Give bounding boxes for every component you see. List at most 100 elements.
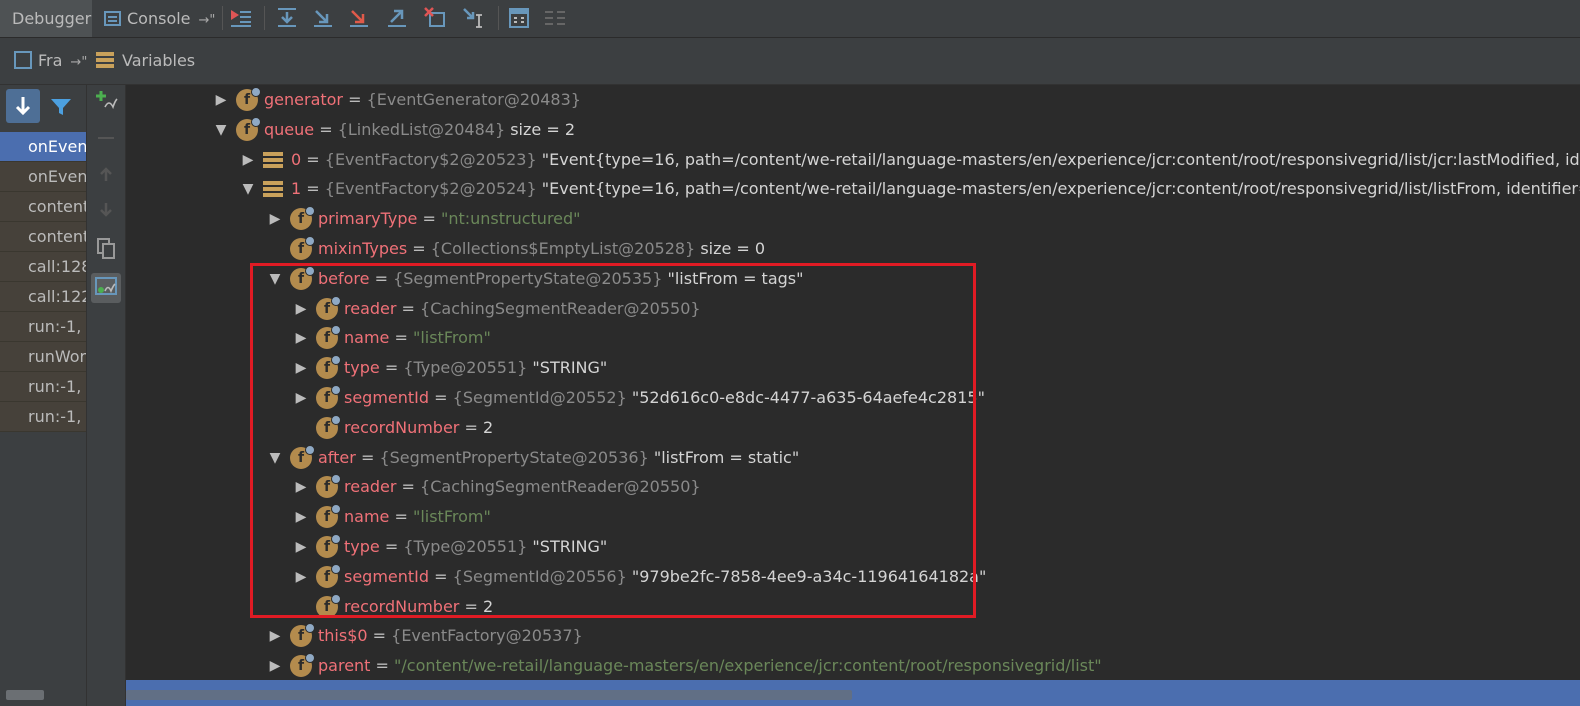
field-value: 2 — [482, 596, 494, 616]
collapse-arrow-icon[interactable]: ▼ — [268, 443, 282, 473]
equals-sign: = — [429, 388, 453, 407]
tree-row[interactable]: ▶ f type = {Type@20551} "STRING" — [126, 353, 1580, 383]
collapse-arrow-icon[interactable]: ▼ — [241, 174, 255, 204]
step-down-frame-button[interactable] — [6, 89, 40, 123]
frame-item[interactable]: content — [0, 192, 86, 222]
variables-toolbar — [87, 85, 126, 706]
frame-item[interactable]: call:128 — [0, 252, 86, 282]
move-down-button[interactable] — [91, 197, 121, 227]
expand-arrow-icon[interactable]: ▶ — [294, 294, 308, 324]
frame-item[interactable]: call:122 — [0, 282, 86, 312]
field-icon: f — [316, 414, 341, 439]
variables-icon — [96, 52, 114, 68]
arrow-down-icon — [15, 97, 31, 116]
field-value: "STRING" — [527, 537, 608, 556]
expand-arrow-icon[interactable]: ▶ — [294, 383, 308, 413]
tab-console[interactable]: Console →" — [104, 0, 215, 37]
arrow-up-icon — [100, 167, 112, 181]
tree-row[interactable]: ▼ f queue = {LinkedList@20484} size = 2 — [126, 115, 1580, 145]
new-watch-button[interactable] — [91, 87, 121, 117]
field-type: {Type@20551} — [403, 358, 528, 378]
frame-item[interactable]: content — [0, 222, 86, 252]
minus-icon — [98, 137, 114, 139]
show-watches-toggle[interactable] — [91, 273, 121, 303]
tree-row[interactable]: ▶ f reader = {CachingSegmentReader@20550} — [126, 294, 1580, 324]
field-name: after — [318, 447, 356, 467]
drop-frame-icon[interactable] — [422, 5, 448, 31]
step-over-icon[interactable] — [274, 5, 300, 31]
tree-row[interactable]: ▶ f segmentId = {SegmentId@20552} "52d616c… — [126, 383, 1580, 413]
frame-item[interactable]: run:-1, T — [0, 402, 86, 432]
frames-label: Fra — [38, 51, 63, 70]
expand-arrow-icon[interactable]: ▶ — [268, 204, 282, 234]
frame-item[interactable]: run:-1, T — [0, 372, 86, 402]
frame-item[interactable]: run:-1, I — [0, 312, 86, 342]
collapse-arrow-icon[interactable]: ▼ — [214, 115, 228, 145]
tree-row[interactable]: f recordNumber = 2 — [126, 592, 1580, 622]
step-into-icon[interactable] — [310, 5, 336, 31]
row-text: recordNumber = 2 — [344, 413, 493, 443]
field-type: {SegmentPropertyState@20535} — [393, 268, 663, 288]
field-name: type — [344, 358, 380, 378]
tree-row[interactable]: ▶ f this$0 = {EventFactory@20537} — [126, 621, 1580, 651]
equals-sign: = — [459, 596, 483, 616]
equals-sign: = — [459, 417, 483, 437]
expand-arrow-icon[interactable]: ▶ — [214, 85, 228, 115]
expand-arrow-icon[interactable]: ▶ — [241, 145, 255, 175]
remove-watch-button[interactable] — [91, 125, 121, 155]
expand-arrow-icon[interactable]: ▶ — [294, 323, 308, 353]
pin-tab-icon[interactable]: →" — [199, 13, 216, 28]
variables-tab[interactable]: Variables — [96, 38, 195, 84]
tree-row[interactable]: ▶ f primaryType = "nt:unstructured" — [126, 204, 1580, 234]
horizontal-scrollbar[interactable] — [126, 690, 852, 700]
tree-row[interactable]: ▶ f reader = {CachingSegmentReader@20550} — [126, 472, 1580, 502]
tree-row[interactable]: ▶ fname = "listFrom" — [126, 323, 1580, 353]
pin-frames-icon[interactable]: →" — [70, 55, 87, 70]
field-name: mixinTypes — [318, 239, 408, 258]
copy-button[interactable] — [91, 235, 121, 265]
move-up-button[interactable] — [91, 161, 121, 191]
tab-debugger[interactable]: Debugger — [0, 0, 92, 37]
tree-row[interactable]: ▶ f segmentId = {SegmentId@20556} "979be2f… — [126, 562, 1580, 592]
equals-sign: = — [343, 90, 367, 109]
row-text: mixinTypes = {Collections$EmptyList@2052… — [318, 234, 765, 264]
tree-row[interactable]: ▶ 0 = {EventFactory$2@20523} "Event{type=… — [126, 145, 1580, 175]
tree-row[interactable]: ▼ f before = {SegmentPropertyState@20535} … — [126, 264, 1580, 294]
expand-arrow-icon[interactable]: ▶ — [294, 532, 308, 562]
step-out-icon[interactable] — [384, 5, 410, 31]
tree-row[interactable]: f mixinTypes = {Collections$EmptyList@205… — [126, 234, 1580, 264]
evaluate-expression-icon[interactable] — [506, 5, 532, 31]
equals-sign: = — [417, 209, 441, 229]
tree-row[interactable]: ▶ fname = "listFrom" — [126, 502, 1580, 532]
expand-arrow-icon[interactable]: ▶ — [294, 502, 308, 532]
field-type: {EventGenerator@20483} — [366, 90, 581, 109]
equals-sign: = — [355, 447, 380, 467]
tree-row[interactable]: f recordNumber = 2 — [126, 413, 1580, 443]
frames-scrollbar[interactable] — [6, 690, 44, 700]
frame-item[interactable]: runWor — [0, 342, 86, 372]
field-icon: f — [290, 265, 315, 290]
filter-button[interactable] — [44, 89, 78, 123]
frames-tab[interactable]: Fra →" — [14, 38, 87, 84]
tree-row[interactable]: ▶ f type = {Type@20551} "STRING" — [126, 532, 1580, 562]
frame-item[interactable]: onEven — [0, 132, 86, 162]
trace-icon[interactable] — [542, 5, 568, 31]
expand-arrow-icon[interactable]: ▶ — [268, 621, 282, 651]
show-execution-point-icon[interactable] — [228, 5, 254, 31]
tree-row[interactable]: ▼ 1 = {EventFactory$2@20524} "Event{type=… — [126, 174, 1580, 204]
force-step-into-icon[interactable] — [346, 5, 372, 31]
collapse-arrow-icon[interactable]: ▼ — [268, 264, 282, 294]
expand-arrow-icon[interactable]: ▶ — [294, 353, 308, 383]
toolbar-separator — [264, 6, 265, 30]
expand-arrow-icon[interactable]: ▶ — [294, 472, 308, 502]
expand-arrow-icon[interactable]: ▶ — [268, 651, 282, 681]
field-icon: f — [290, 623, 315, 648]
tree-row[interactable]: ▶ f parent = "/content/we-retail/language-… — [126, 651, 1580, 681]
tree-row[interactable]: ▶ f generator = {EventGenerator@20483} — [126, 85, 1580, 115]
tree-row[interactable]: ▼ f after = {SegmentPropertyState@20536} "… — [126, 443, 1580, 473]
expand-arrow-icon[interactable]: ▶ — [294, 562, 308, 592]
frame-item[interactable]: onEven — [0, 162, 86, 192]
run-to-cursor-icon[interactable] — [460, 5, 486, 31]
new-watch-icon — [96, 91, 118, 110]
field-value: "listFrom" — [412, 507, 491, 527]
